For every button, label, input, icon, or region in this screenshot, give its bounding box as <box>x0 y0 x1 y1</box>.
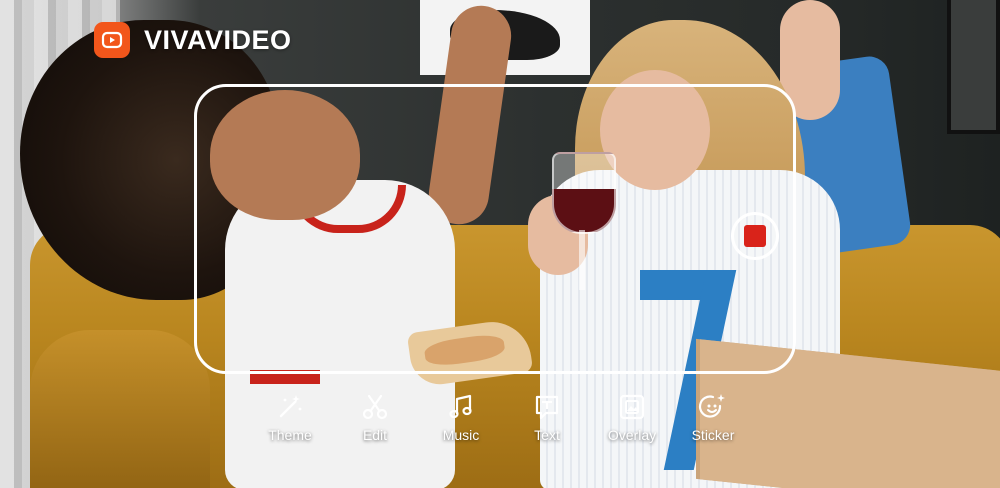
tool-music[interactable]: Music <box>416 392 506 443</box>
tool-overlay-label: Overlay <box>607 427 657 443</box>
text-box-icon <box>535 395 559 420</box>
tool-theme[interactable]: Theme <box>245 392 335 443</box>
record-button[interactable] <box>731 212 779 260</box>
tool-overlay[interactable]: Overlay <box>587 392 677 443</box>
tool-theme-label: Theme <box>268 427 312 443</box>
tool-sticker-label: Sticker <box>691 427 735 443</box>
editing-toolbar: Theme Edit Music Text Overlay Sticker <box>0 392 1000 452</box>
tool-music-label: Music <box>442 427 480 443</box>
tool-sticker[interactable]: Sticker <box>668 392 758 443</box>
tool-edit-label: Edit <box>362 427 388 443</box>
brand-name: VIVAVIDEO <box>144 24 292 55</box>
scissors-icon <box>362 394 388 420</box>
vivavideo-logo-icon <box>94 22 130 58</box>
camera-viewfinder-frame <box>194 84 796 374</box>
magic-wand-icon <box>279 395 302 418</box>
sticker-smile-icon <box>698 394 725 418</box>
music-note-icon <box>449 394 472 419</box>
tool-text[interactable]: Text <box>502 392 592 443</box>
stop-record-icon <box>744 225 766 247</box>
tool-edit[interactable]: Edit <box>330 392 420 443</box>
overlay-image-icon <box>619 394 645 420</box>
tool-text-label: Text <box>534 427 560 443</box>
brand: VIVAVIDEO <box>94 22 292 58</box>
wall-frame <box>947 0 1000 134</box>
